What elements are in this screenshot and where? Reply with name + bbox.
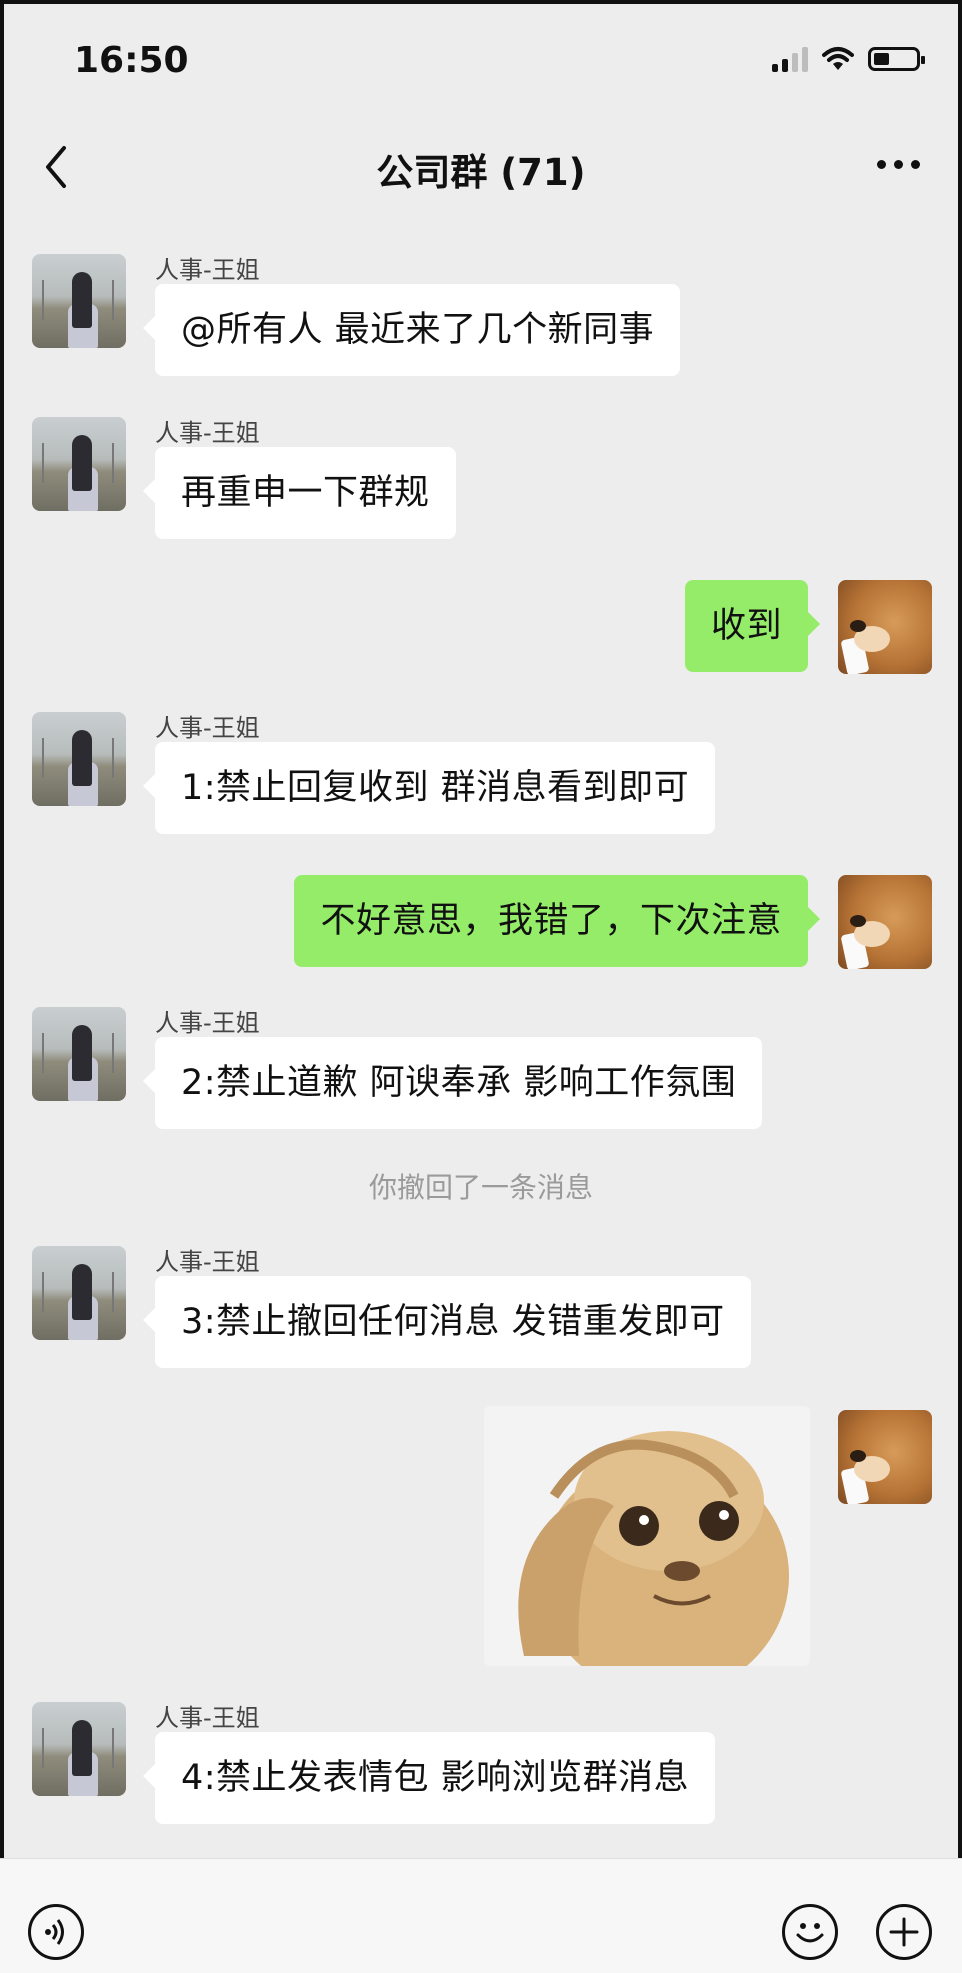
message-input[interactable] [110,1870,770,1954]
message-bubble-incoming[interactable]: 再重申一下群规 [143,447,456,539]
sender-name: 人事-王姐 [155,1704,260,1732]
message-bubble-incoming[interactable]: @所有人 最近来了几个新同事 [142,284,681,376]
avatar-hr[interactable] [32,417,126,511]
system-message-recalled: 你撤回了一条消息 [368,1171,593,1204]
avatar-hr[interactable] [32,254,126,348]
avatar-hr[interactable] [32,712,126,806]
avatar-self[interactable] [838,580,932,674]
avatar-hr[interactable] [32,1702,126,1796]
message-bubble-incoming[interactable]: 2:禁止道歉 阿谀奉承 影响工作氛围 [142,1037,763,1129]
message-bubble-incoming[interactable]: 1:禁止回复收到 群消息看到即可 [142,742,716,834]
message-bubble-outgoing[interactable]: 收到 [684,580,821,672]
status-icons [772,46,925,72]
sender-name: 人事-王姐 [155,419,260,447]
sender-name: 人事-王姐 [155,256,260,284]
more-icon[interactable] [877,160,920,169]
avatar-self[interactable] [838,1410,932,1504]
voice-icon[interactable] [28,1904,84,1960]
message-bubble-incoming[interactable]: 3:禁止撤回任何消息 发错重发即可 [143,1276,751,1368]
emoji-icon[interactable] [782,1904,838,1960]
plus-icon[interactable] [876,1904,932,1960]
status-time: 16:50 [74,40,189,81]
wifi-icon [822,47,854,70]
message-bubble-outgoing[interactable]: 不好意思，我错了，下次注意 [294,875,820,967]
message-bubble-incoming[interactable]: 4:禁止发表情包 影响浏览群消息 [142,1732,716,1824]
sticker-image[interactable] [484,1406,810,1666]
battery-icon [868,47,925,71]
signal-icon [772,46,808,72]
avatar-self[interactable] [838,875,932,969]
avatar-hr[interactable] [32,1007,126,1101]
sender-name: 人事-王姐 [155,1248,260,1276]
sender-name: 人事-王姐 [155,1009,260,1037]
sender-name: 人事-王姐 [155,714,260,742]
avatar-hr[interactable] [32,1246,126,1340]
page-title: 公司群 (71) [376,151,586,194]
